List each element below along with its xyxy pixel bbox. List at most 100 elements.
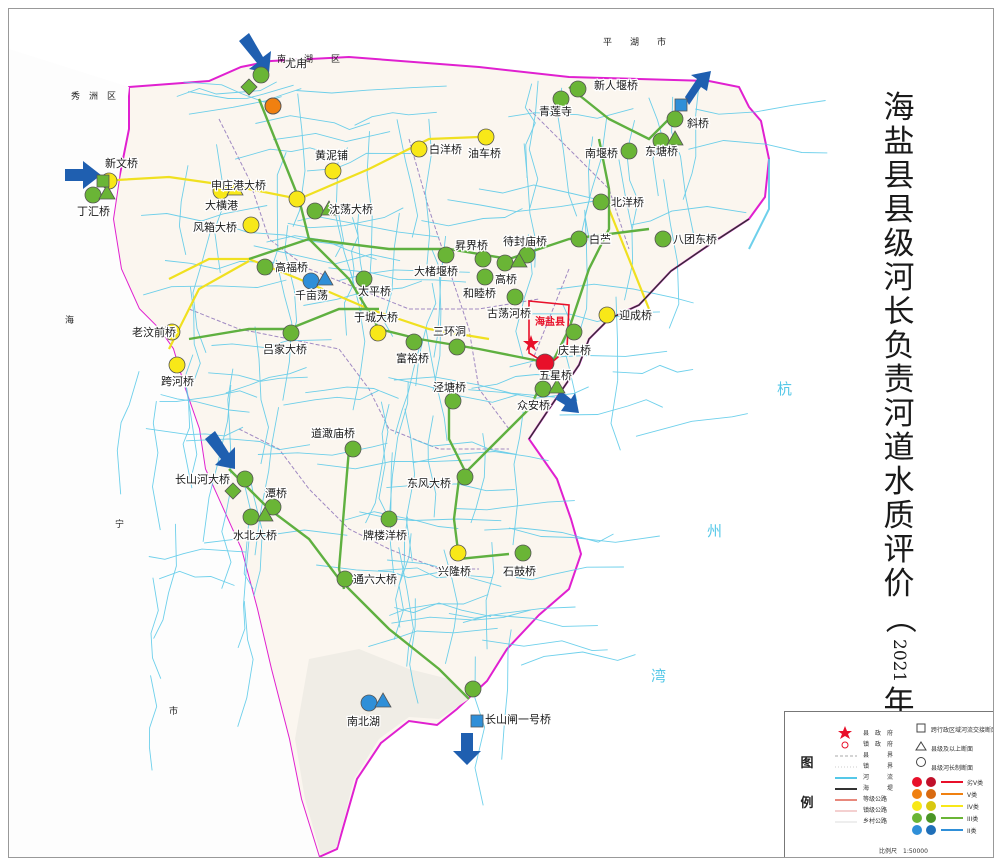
legend-item-label: 镇 政 府 [863, 741, 894, 748]
station-marker[interactable] [654, 230, 672, 248]
station-marker[interactable] [506, 288, 524, 306]
station-label: 古荡河桥 [487, 307, 531, 320]
boundary-section-icon [470, 714, 484, 728]
station-marker[interactable] [456, 468, 474, 486]
station-marker[interactable] [380, 510, 398, 528]
station-label: 南北湖 [347, 715, 380, 728]
station-marker[interactable] [282, 324, 300, 342]
title-char: 质 [883, 498, 915, 534]
station-marker[interactable] [236, 470, 254, 488]
legend-item-label: 等级公路 [863, 796, 888, 803]
station-marker[interactable] [410, 140, 428, 158]
station-marker[interactable] [570, 230, 588, 248]
station-marker[interactable] [534, 380, 552, 398]
title-char: 盐 [883, 124, 915, 160]
title-char: 责 [883, 362, 915, 398]
station-marker[interactable] [666, 110, 684, 128]
boundary-section-icon [96, 174, 110, 188]
station-label: 沈荡大桥 [329, 202, 373, 216]
title-char: 河 [883, 260, 915, 296]
station-marker[interactable] [242, 508, 260, 526]
station-marker[interactable] [306, 202, 324, 220]
sea-label-hang: 杭 [777, 380, 792, 398]
station-marker[interactable] [360, 694, 378, 712]
station-label: 新文桥 [105, 156, 138, 170]
station-marker[interactable] [84, 186, 102, 204]
title-char: 长 [883, 294, 915, 330]
station-label: 白洋桥 [429, 142, 462, 156]
sea-label-zhou: 州 [707, 522, 722, 540]
legend-class-label: 劣V类 [967, 780, 984, 787]
station-label: 申庄港大桥 [211, 178, 266, 192]
legend-class-swatch [926, 777, 936, 787]
title-char: （ [881, 602, 917, 634]
legend-section-label: 县级及以上断面 [931, 746, 974, 753]
station-label: 潭桥 [265, 487, 287, 500]
station-label: 丁汇桥 [77, 205, 110, 218]
legend-class-label: III类 [967, 816, 979, 823]
title-char: 道 [883, 430, 915, 466]
region-label-ning: 宁 [115, 518, 124, 530]
station-marker[interactable] [336, 570, 354, 588]
station-marker[interactable] [448, 338, 466, 356]
legend-class-swatch [912, 801, 922, 811]
station-label: 青莲寺 [539, 105, 572, 118]
station-label: 斜桥 [687, 117, 709, 130]
sea-label-wan: 湾 [651, 667, 666, 685]
station-marker[interactable] [324, 162, 342, 180]
title-char: 海 [883, 90, 915, 126]
legend-item-label: 乡村公路 [863, 818, 888, 825]
station-marker[interactable] [437, 246, 455, 264]
legend-section-label: 县级河长制断面 [931, 765, 974, 772]
legend-item-label: 海 堤 [863, 785, 894, 792]
station-marker[interactable] [598, 306, 616, 324]
title-char: 2021 [889, 639, 909, 683]
station-marker[interactable] [264, 97, 282, 115]
station-marker[interactable] [496, 254, 514, 272]
station-label: 迎成桥 [619, 309, 652, 322]
legend-class-label: IV类 [967, 804, 979, 811]
county-government-icon [838, 726, 852, 739]
river-chief-section-icon [916, 757, 926, 767]
station-marker[interactable] [620, 142, 638, 160]
station-label: 跨河桥 [161, 375, 194, 388]
station-marker[interactable] [256, 258, 274, 276]
station-marker[interactable] [474, 250, 492, 268]
station-marker[interactable] [302, 272, 320, 290]
station-label: 八团东桥 [673, 233, 717, 246]
title-char: 县 [883, 158, 915, 194]
region-label-hai: 海 [65, 314, 74, 326]
station-label: 众安桥 [517, 398, 550, 412]
station-marker[interactable] [514, 544, 532, 562]
station-label: 泾塘桥 [433, 380, 466, 394]
station-marker[interactable] [369, 324, 387, 342]
station-marker[interactable] [476, 268, 494, 286]
boundary-section-icon [674, 98, 688, 112]
title-char: 县 [883, 192, 915, 228]
station-marker[interactable] [449, 544, 467, 562]
station-marker[interactable] [444, 392, 462, 410]
station-label: 富裕桥 [396, 351, 429, 365]
legend-class-label: II类 [967, 828, 977, 835]
station-marker[interactable] [168, 356, 186, 374]
station-marker[interactable] [464, 680, 482, 698]
region-label-pinghu: 平 湖 市 [603, 36, 666, 48]
legend-class-swatch [926, 801, 936, 811]
station-marker[interactable] [405, 333, 423, 351]
legend-class-swatch [926, 813, 936, 823]
station-label: 白苎 [589, 232, 611, 246]
station-label: 牌楼洋桥 [363, 528, 407, 542]
station-marker[interactable] [565, 323, 583, 341]
station-marker[interactable] [592, 193, 610, 211]
station-label: 高福桥 [275, 260, 308, 274]
station-marker[interactable] [344, 440, 362, 458]
station-marker[interactable] [569, 80, 587, 98]
station-marker[interactable] [477, 128, 495, 146]
station-label: 长山闸一号桥 [485, 713, 551, 726]
legend-section-label: 跨行政区域河流交接断面 [931, 727, 994, 734]
station-marker[interactable] [288, 190, 306, 208]
station-marker[interactable] [242, 216, 260, 234]
legend-item-label: 县 界 [863, 752, 894, 759]
legend: 图 例 县 政 府镇 政 府县 界镇 界河 流海 堤等级公路 镇级公路 乡村公路 跨… [784, 711, 994, 857]
station-marker[interactable] [252, 66, 270, 84]
